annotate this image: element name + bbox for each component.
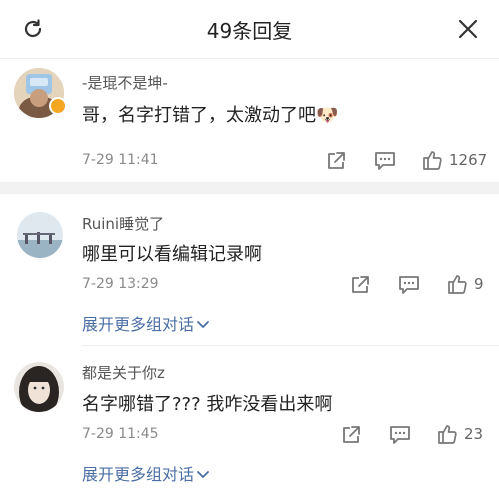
comment-button[interactable] [373,150,397,172]
share-button[interactable] [349,274,371,296]
chevron-down-icon [197,321,209,328]
comment-time: 7-29 11:41 [82,152,159,168]
comment-text-body: 哥，名字打错了，太激动了吧 [82,105,316,126]
share-icon [328,152,345,169]
like-count: 1267 [449,151,488,169]
share-icon [352,276,369,293]
reply-text: 哪里可以看编辑记录啊 [82,244,262,265]
avatar[interactable] [17,212,63,258]
emoji-doge-icon: 🐶 [316,105,339,126]
expand-conversation-label: 展开更多组对话 [82,315,195,334]
close-icon[interactable] [453,14,483,44]
chevron-down-icon [197,471,209,478]
comment-text: 哥，名字打错了，太激动了吧🐶 [82,101,338,127]
reply-time: 7-29 11:45 [82,426,159,442]
reply-time: 7-29 13:29 [82,276,159,292]
comment-button[interactable] [397,274,421,296]
thumbs-up-icon [448,275,467,294]
comment-icon [375,152,395,170]
reply-header: 49条回复 [0,0,499,59]
share-button[interactable] [325,150,347,172]
like-button[interactable]: 9 [446,273,484,295]
share-icon [343,426,360,443]
comment-username[interactable]: -是琨不是坤- [82,72,168,93]
comment-icon [390,426,410,444]
thumbs-up-icon [423,151,442,170]
reply-username[interactable]: Ruini睡觉了 [82,213,164,234]
avatar[interactable] [14,362,64,412]
expand-conversation-link[interactable]: 展开更多组对话 [82,461,210,485]
comment-icon [399,276,419,294]
expand-conversation-link[interactable]: 展开更多组对话 [82,311,210,335]
expand-conversation-label: 展开更多组对话 [82,465,195,484]
like-button[interactable]: 1267 [421,149,487,171]
section-divider [0,182,499,194]
like-button[interactable]: 23 [436,423,483,445]
thumbs-up-icon [438,425,457,444]
page-title: 49条回复 [206,19,293,43]
comment-button[interactable] [388,424,412,446]
reply-text: 名字哪错了??? 我咋没看出来啊 [82,394,333,415]
verified-badge-icon [49,97,67,115]
reply-username[interactable]: 都是关于你z [82,362,165,383]
share-button[interactable] [340,424,362,446]
reply-divider [82,345,499,346]
like-count: 23 [464,425,484,443]
like-count: 9 [474,275,484,293]
